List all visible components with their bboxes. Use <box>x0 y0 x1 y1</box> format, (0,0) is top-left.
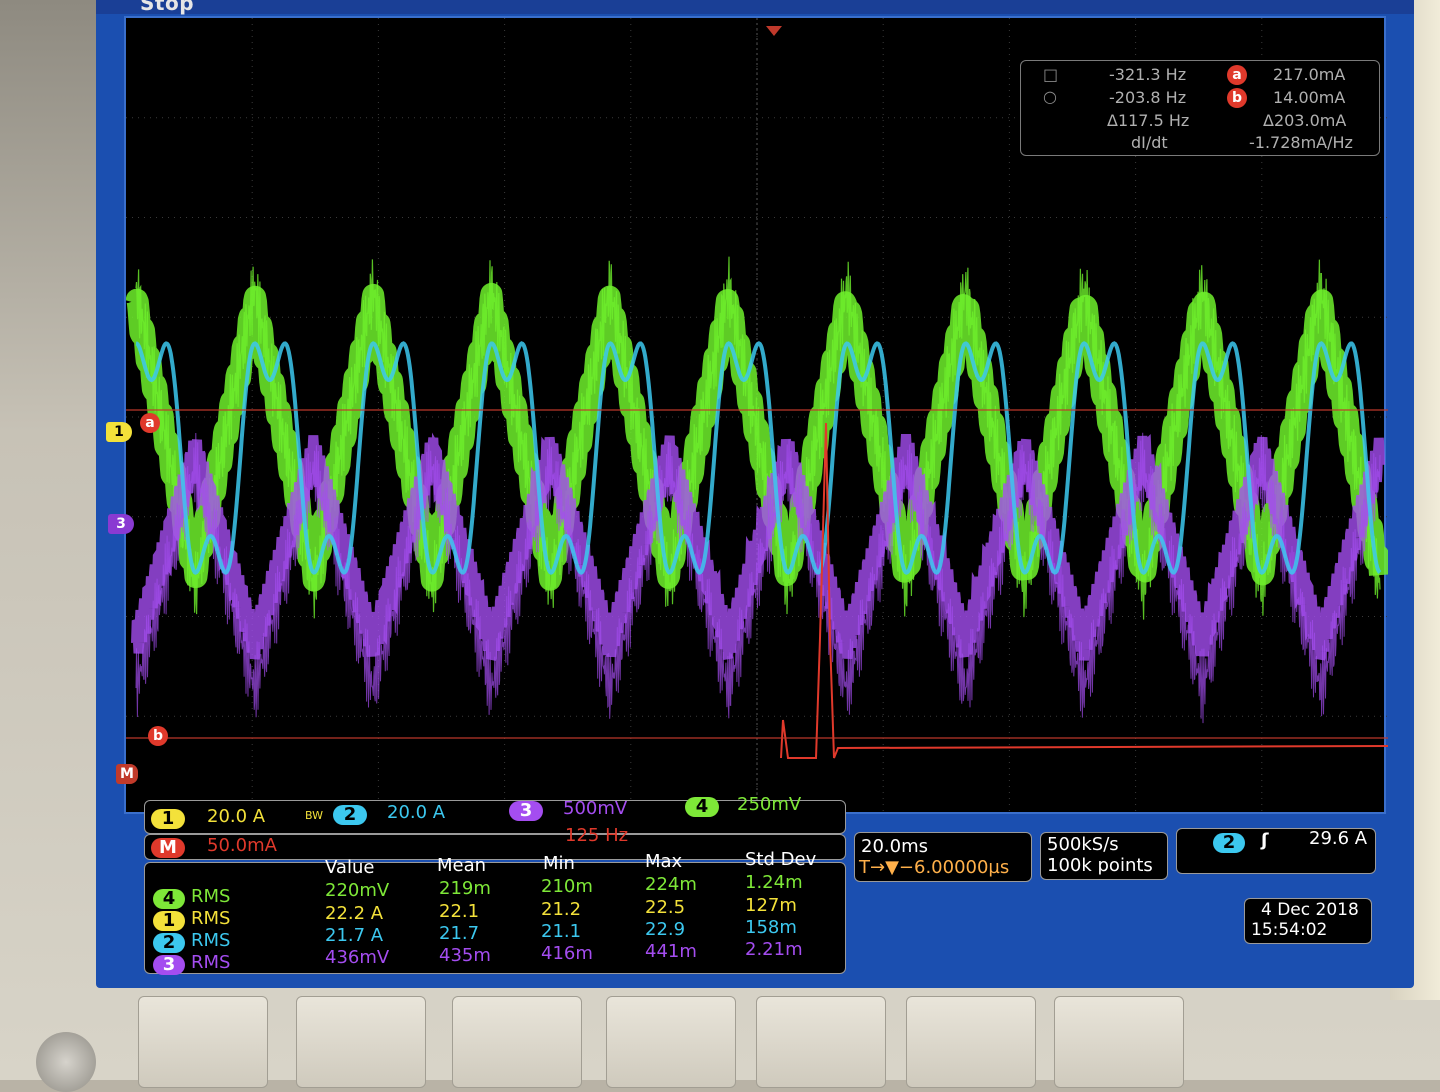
circle-icon: ○ <box>1043 87 1057 106</box>
trigger-level: 29.6 A <box>1309 828 1368 849</box>
ch4-scale[interactable]: 250mV <box>737 794 801 815</box>
meas-row-ch4-chip[interactable]: 4 <box>153 889 185 909</box>
ch1-scale[interactable]: 20.0 A <box>207 806 265 827</box>
math-ground-marker[interactable]: M <box>116 764 138 784</box>
meas-header-min: Min <box>543 853 575 874</box>
record-length: 100k points <box>1047 855 1153 876</box>
meas-row-ch3-value: 436mV <box>325 947 390 968</box>
meas-row-ch3-mean: 435m <box>439 945 491 966</box>
softkey-row <box>130 990 1390 1088</box>
meas-row-ch3-stddev: 2.21m <box>745 939 803 960</box>
meas-row-ch1-stddev: 127m <box>745 895 797 916</box>
cursor-delta-value: Δ203.0mA <box>1263 111 1347 130</box>
ch1-chip[interactable]: 1 <box>151 809 185 829</box>
ch3-chip[interactable]: 3 <box>509 801 543 821</box>
meas-row-ch3-min: 416m <box>541 943 593 964</box>
trigger-delay: T→▼−6.00000µs <box>859 857 1010 878</box>
meas-row-ch4-stddev: 1.24m <box>745 872 803 893</box>
measurement-table: Value Mean Min Max Std Dev 4 RMS 220mV 2… <box>144 849 846 975</box>
softkey-6[interactable] <box>906 996 1036 1088</box>
ch3-scale[interactable]: 500mV <box>563 798 627 819</box>
softkey-4[interactable] <box>606 996 736 1088</box>
softkey-5[interactable] <box>756 996 886 1088</box>
meas-row-ch2-chip[interactable]: 2 <box>153 933 185 953</box>
ch1-ground-marker[interactable]: 1 <box>106 422 132 442</box>
meas-header-mean: Mean <box>437 855 487 876</box>
ch4-chip[interactable]: 4 <box>685 797 719 817</box>
cursor-b-value: 14.00mA <box>1273 88 1346 107</box>
cursor-b-hz: -203.8 Hz <box>1109 88 1187 107</box>
ch2-scale[interactable]: 20.0 A <box>387 802 445 823</box>
acquisition-state-label: Stop <box>140 0 195 15</box>
softkey-1[interactable] <box>138 996 268 1088</box>
time-label: 15:54:02 <box>1251 920 1328 940</box>
cursor-a-hz: -321.3 Hz <box>1109 65 1187 84</box>
date-label: 4 Dec 2018 <box>1261 900 1359 920</box>
cursor-delta-hz: Δ117.5 Hz <box>1107 111 1190 130</box>
power-knob[interactable] <box>36 1032 96 1092</box>
meas-row-ch2-stddev: 158m <box>745 917 797 938</box>
cursor-slope-value: -1.728mA/Hz <box>1249 133 1353 152</box>
meas-row-ch1-chip[interactable]: 1 <box>153 911 185 931</box>
meas-row-ch3-type[interactable]: RMS <box>191 952 230 973</box>
cursor-a-value: 217.0mA <box>1273 65 1346 84</box>
meas-row-ch3-max: 441m <box>645 941 697 962</box>
meas-row-ch4-value: 220mV <box>325 880 390 901</box>
meas-header-max: Max <box>645 851 683 872</box>
trigger-panel[interactable]: 2 ʃ 29.6 A <box>1176 828 1376 874</box>
meas-header-value: Value <box>325 857 375 878</box>
meas-row-ch2-min: 21.1 <box>541 921 582 942</box>
meas-row-ch3-chip[interactable]: 3 <box>153 955 185 975</box>
ch1-bw-limit: BW <box>305 809 324 822</box>
meas-row-ch1-type[interactable]: RMS <box>191 908 230 929</box>
meas-row-ch4-type[interactable]: RMS <box>191 886 230 907</box>
math-frequency: 125 Hz <box>565 825 629 846</box>
acquisition-panel[interactable]: 500kS/s 100k points <box>1040 832 1168 880</box>
timebase-scale: 20.0ms <box>861 836 928 857</box>
softkey-3[interactable] <box>452 996 582 1088</box>
status-bar <box>96 0 1414 14</box>
channel-scale-panel: 1 20.0 A BW 2 20.0 A 3 500mV 4 250mV <box>144 794 846 834</box>
meas-row-ch4-mean: 219m <box>439 878 491 899</box>
meas-row-ch4-max: 224m <box>645 874 697 895</box>
softkey-7[interactable] <box>1054 996 1184 1088</box>
trigger-position-icon <box>766 26 782 36</box>
meas-row-ch2-value: 21.7 A <box>325 925 384 946</box>
meas-row-ch1-max: 22.5 <box>645 897 686 918</box>
math-scale[interactable]: 50.0mA <box>207 835 277 856</box>
meas-row-ch2-max: 22.9 <box>645 919 686 940</box>
meas-header-stddev: Std Dev <box>745 849 817 870</box>
math-panel: M 50.0mA 125 Hz <box>144 825 846 860</box>
trigger-source-chip: 2 <box>1213 833 1245 853</box>
cursor-a-marker[interactable]: a <box>140 413 160 433</box>
cursor-b-marker[interactable]: b <box>148 726 168 746</box>
softkey-2[interactable] <box>296 996 426 1088</box>
meas-row-ch1-mean: 22.1 <box>439 901 480 922</box>
cursor-slope-label: dI/dt <box>1131 133 1168 152</box>
meas-row-ch2-type[interactable]: RMS <box>191 930 230 951</box>
square-icon: □ <box>1043 65 1059 84</box>
cursor-readout: □ ○ -321.3 Hz a 217.0mA -203.8 Hz b 14.0… <box>1020 60 1380 156</box>
sample-rate: 500kS/s <box>1047 834 1119 855</box>
cursor-a-badge: a <box>1227 65 1247 85</box>
meas-row-ch1-value: 22.2 A <box>325 903 384 924</box>
meas-row-ch4-min: 210m <box>541 876 593 897</box>
ch2-chip[interactable]: 2 <box>333 805 367 825</box>
trigger-slope-icon: ʃ <box>1261 830 1269 851</box>
ch3-ground-marker[interactable]: 3 <box>108 514 134 534</box>
meas-row-ch1-min: 21.2 <box>541 899 582 920</box>
datetime-panel: 4 Dec 2018 15:54:02 <box>1244 898 1372 944</box>
timebase-panel[interactable]: 20.0ms T→▼−6.00000µs <box>854 832 1032 882</box>
meas-row-ch2-mean: 21.7 <box>439 923 480 944</box>
cursor-b-badge: b <box>1227 88 1247 108</box>
math-chip[interactable]: M <box>151 838 185 858</box>
